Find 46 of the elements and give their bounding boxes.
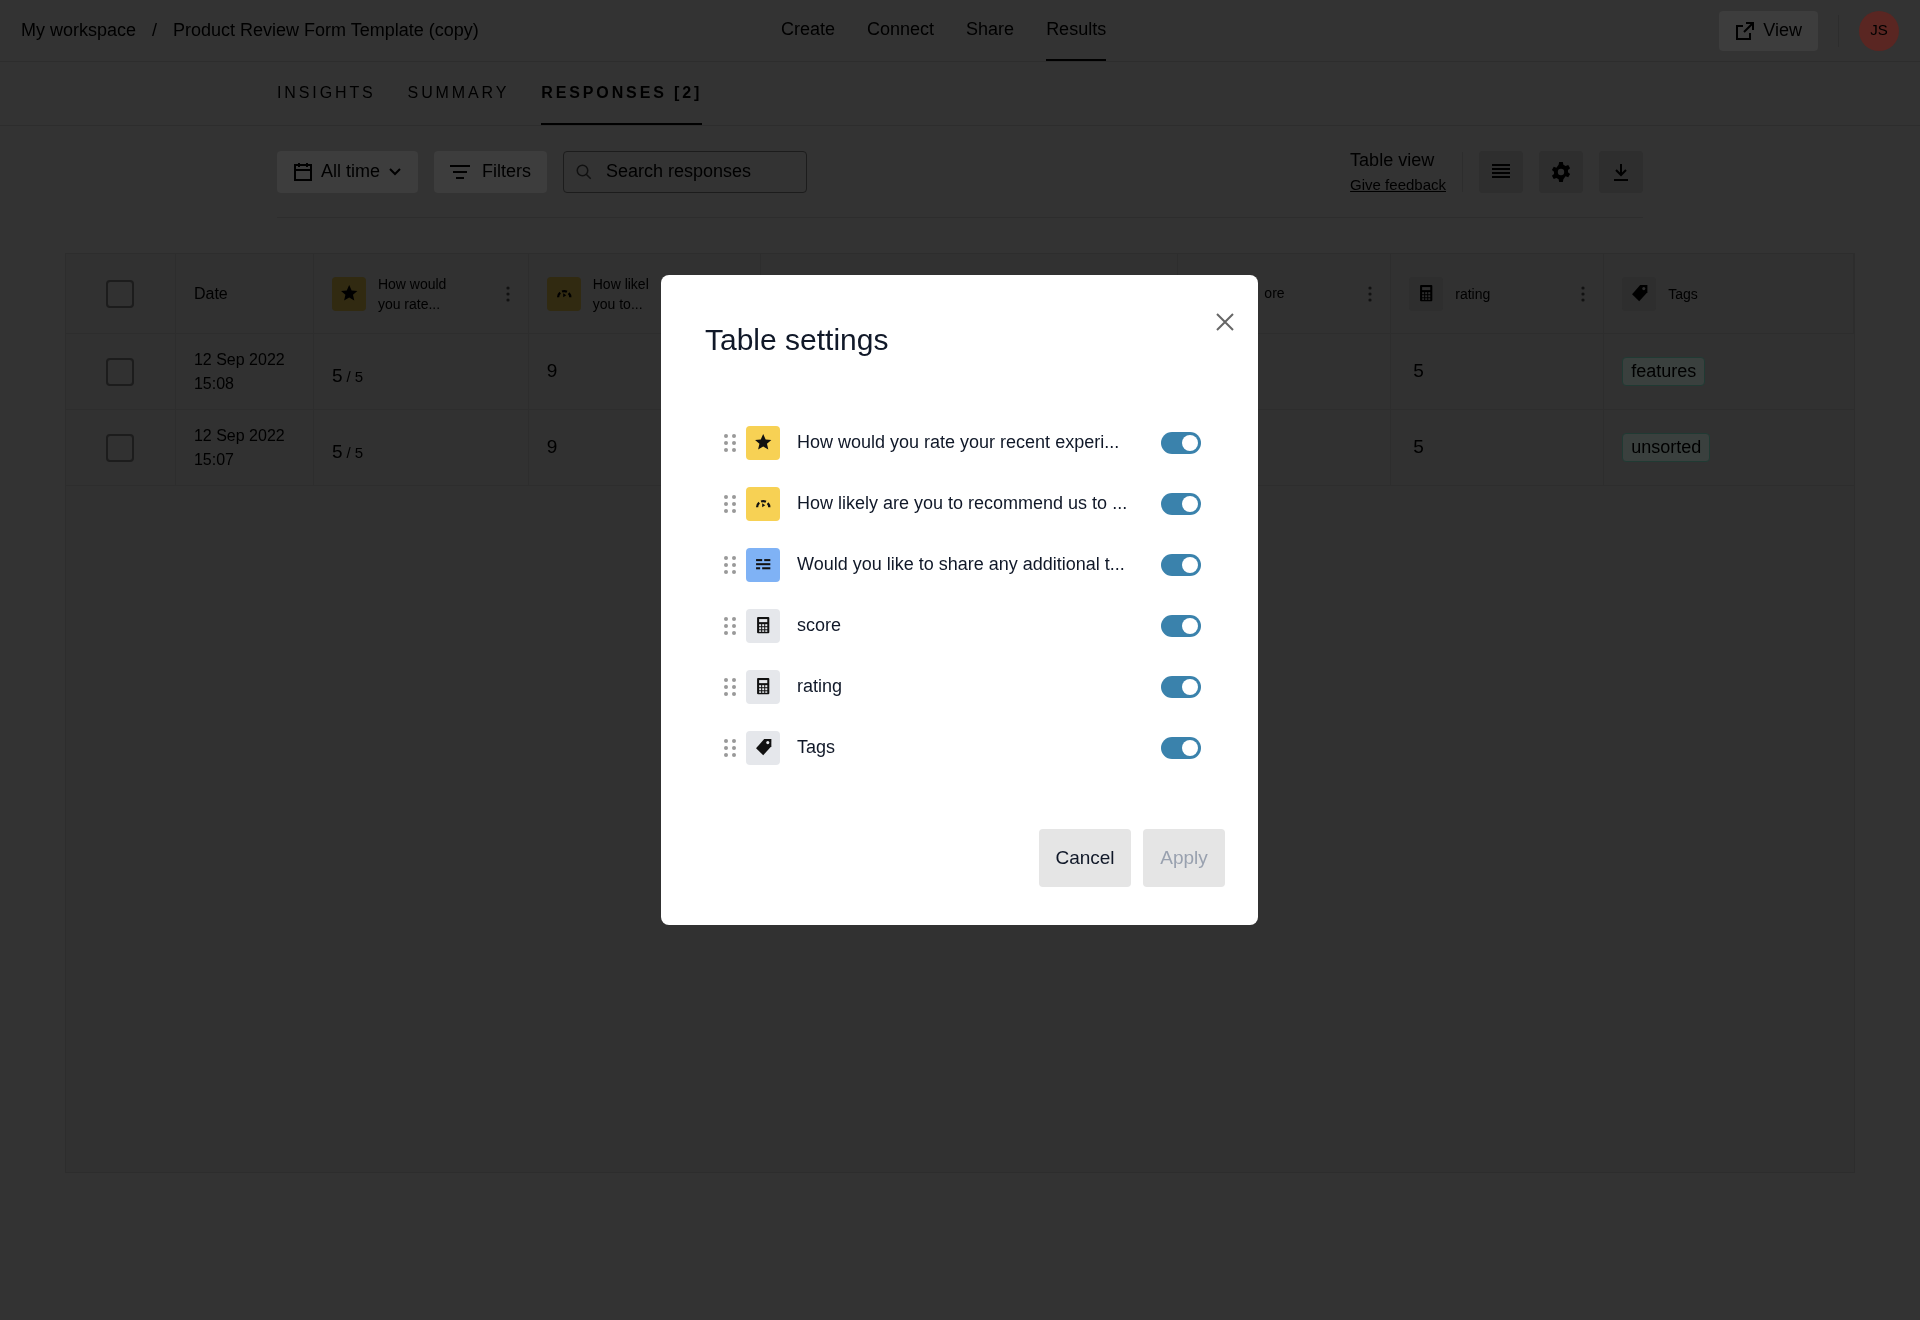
column-name: Would you like to share any additional t... — [797, 553, 1126, 576]
drag-handle-icon[interactable] — [723, 432, 737, 453]
drag-handle-icon[interactable] — [723, 615, 737, 636]
column-name: score — [797, 614, 842, 637]
column-name: How would you rate your recent experi... — [797, 431, 1121, 454]
user-avatar[interactable]: JS — [1859, 10, 1899, 51]
column-name: Tags — [797, 736, 837, 759]
list-view-button[interactable] — [1479, 150, 1523, 193]
breadcrumb-separator: / — [152, 19, 158, 42]
visibility-toggle[interactable] — [1161, 614, 1201, 637]
drag-handle-icon[interactable] — [723, 676, 737, 697]
column-name: rating — [797, 675, 844, 698]
view-button[interactable]: View — [1719, 10, 1818, 51]
column-menu-icon[interactable] — [1368, 285, 1373, 302]
column-name: How likely are you to recommend us to ... — [797, 492, 1129, 515]
drag-handle-icon[interactable] — [723, 737, 737, 758]
drag-handle-icon[interactable] — [723, 493, 737, 514]
text-lines-icon — [746, 547, 780, 582]
visibility-toggle[interactable] — [1161, 492, 1201, 515]
download-icon — [1611, 161, 1631, 182]
column-menu-icon[interactable] — [1581, 285, 1586, 302]
visibility-toggle[interactable] — [1161, 736, 1201, 759]
visibility-toggle[interactable] — [1161, 553, 1201, 576]
calculator-icon — [746, 669, 780, 704]
gauge-icon — [546, 276, 581, 311]
settings-button[interactable] — [1539, 150, 1583, 193]
tag-icon — [746, 730, 780, 765]
calculator-icon — [746, 608, 780, 643]
tag-chip[interactable]: unsorted — [1622, 433, 1711, 462]
calendar-icon — [293, 161, 313, 182]
dialog-button[interactable]: Cancel — [1039, 829, 1131, 887]
dialog-title: Table settings — [705, 322, 889, 358]
visibility-toggle[interactable] — [1161, 431, 1201, 454]
column-menu-icon[interactable] — [505, 285, 510, 302]
external-link-icon — [1735, 20, 1756, 41]
settings-icon — [1550, 160, 1572, 183]
filter-icon — [450, 163, 470, 180]
drag-handle-icon[interactable] — [723, 554, 737, 575]
filters-button[interactable]: Filters — [434, 150, 547, 193]
download-button[interactable] — [1599, 150, 1643, 193]
dialog-button: Apply — [1143, 829, 1225, 887]
visibility-toggle[interactable] — [1161, 675, 1201, 698]
gauge-icon — [746, 486, 780, 521]
date-filter-dropdown[interactable]: All time — [277, 150, 418, 193]
tag-chip[interactable]: features — [1622, 357, 1706, 386]
search-icon — [575, 162, 593, 181]
